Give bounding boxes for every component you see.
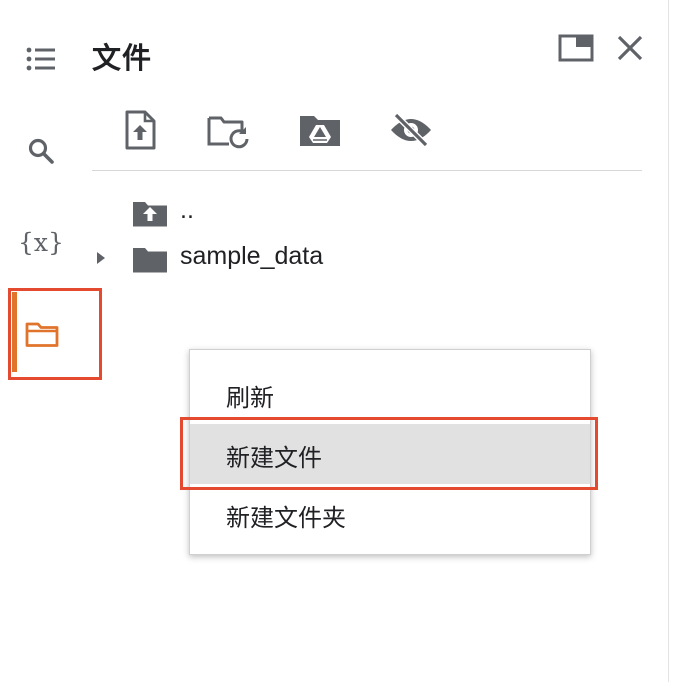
menu-item-label: 新建文件: [226, 444, 322, 472]
close-icon[interactable]: [610, 30, 650, 66]
menu-item-label: 新建文件夹: [226, 504, 346, 532]
toolbar-divider: [92, 170, 642, 171]
upload-file-icon[interactable]: [116, 106, 164, 154]
folder-up-icon: [132, 198, 168, 228]
tree-item-sample-data[interactable]: sample_data: [92, 238, 632, 278]
tree-item-label: ..: [180, 196, 194, 224]
hide-files-icon[interactable]: [387, 106, 435, 154]
search-icon[interactable]: [22, 134, 60, 168]
context-menu: 刷新 新建文件 新建文件夹: [189, 349, 591, 555]
menu-item-new-folder[interactable]: 新建文件夹: [190, 484, 590, 544]
expand-panel-icon[interactable]: [556, 31, 596, 65]
google-drive-icon[interactable]: [296, 106, 344, 154]
chevron-right-icon[interactable]: [94, 250, 108, 266]
panel-title: 文件: [92, 41, 153, 75]
tree-item-label: sample_data: [180, 242, 324, 270]
variables-label: {x}: [18, 227, 64, 257]
menu-item-new-file[interactable]: 新建文件: [190, 424, 590, 484]
refresh-folder-icon[interactable]: [205, 106, 253, 154]
table-of-contents-icon[interactable]: [22, 42, 60, 76]
tree-item-parent[interactable]: ..: [92, 192, 632, 232]
menu-item-label: 刷新: [226, 384, 274, 412]
folder-icon: [132, 244, 168, 274]
menu-item-refresh[interactable]: 刷新: [190, 364, 590, 424]
folder-icon[interactable]: [24, 318, 60, 350]
panel-right-border: [668, 0, 669, 682]
variables-icon[interactable]: {x}: [18, 222, 64, 262]
active-indicator: [12, 292, 17, 372]
